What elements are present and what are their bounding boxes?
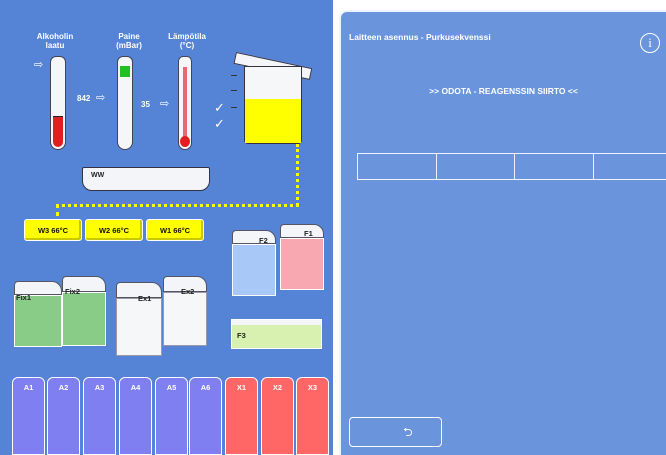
transfer-line bbox=[296, 144, 299, 206]
transfer-line bbox=[56, 204, 59, 216]
bottle-label: X3 bbox=[307, 383, 318, 392]
status-panel: Laitteen asennus - Purkusekvenssi i >> O… bbox=[339, 10, 666, 455]
pressure-header: Paine (mBar) bbox=[116, 32, 142, 50]
alcohol-value-arrow-icon: ⇨ bbox=[96, 92, 106, 104]
return-arrow-icon: ⮌ bbox=[403, 425, 413, 439]
retort bbox=[233, 52, 313, 144]
bottle-a2: A2 bbox=[47, 377, 80, 455]
bottle-label: A2 bbox=[58, 383, 69, 392]
wax-bath-w3: W3 66°C bbox=[24, 219, 82, 241]
container-fix1: Fix1 bbox=[14, 281, 64, 347]
container-f2: F2 bbox=[232, 224, 278, 296]
temperature-header: Lämpötila (°C) bbox=[168, 32, 206, 50]
container-ex2-label: Ex2 bbox=[181, 287, 195, 296]
container-fix2-label: Fix2 bbox=[65, 287, 81, 296]
container-ex1-label: Ex1 bbox=[138, 294, 152, 303]
retort-level-mark bbox=[231, 90, 237, 91]
alcohol-value: 842 bbox=[77, 94, 91, 103]
pressure-value-arrow-icon: ⇨ bbox=[160, 98, 170, 110]
bottle-a3: A3 bbox=[83, 377, 116, 455]
bottle-label: A3 bbox=[94, 383, 105, 392]
bottle-a6: A6 bbox=[189, 377, 222, 455]
step-table bbox=[357, 153, 666, 180]
container-f3-label: F3 bbox=[237, 331, 246, 340]
container-ex2: Ex2 bbox=[163, 276, 209, 346]
wax-bath-w2: W2 66°C bbox=[85, 219, 143, 241]
wax-bath-w1: W1 66°C bbox=[146, 219, 204, 241]
temperature-gauge bbox=[178, 56, 192, 150]
step-cell bbox=[594, 154, 666, 179]
alcohol-gauge bbox=[50, 56, 66, 150]
alcohol-pointer-icon: ⇨ bbox=[34, 59, 44, 71]
pressure-value: 35 bbox=[141, 100, 150, 109]
bottle-label: X1 bbox=[236, 383, 247, 392]
step-cell bbox=[437, 154, 515, 179]
info-icon[interactable]: i bbox=[640, 33, 660, 53]
waste-wax-label: WW bbox=[91, 172, 105, 179]
container-f2-label: F2 bbox=[259, 236, 268, 245]
bottle-a5: A5 bbox=[155, 377, 188, 455]
check-icon: ✓ bbox=[214, 116, 225, 131]
bottle-label: A1 bbox=[23, 383, 34, 392]
status-panel-area: Laitteen asennus - Purkusekvenssi i >> O… bbox=[333, 0, 666, 455]
pressure-gauge bbox=[117, 56, 133, 150]
bottle-x3: X3 bbox=[296, 377, 329, 455]
container-ex1: Ex1 bbox=[116, 282, 164, 356]
container-f3: F3 bbox=[231, 319, 322, 349]
bottle-a4: A4 bbox=[119, 377, 152, 455]
step-cell bbox=[358, 154, 437, 179]
bottle-x1: X1 bbox=[225, 377, 258, 455]
container-f1: F1 bbox=[280, 220, 326, 292]
waste-wax-tray: WW bbox=[82, 167, 210, 191]
back-button[interactable]: ⮌ bbox=[349, 417, 442, 447]
status-message: >> ODOTA - REAGENSSIN SIIRTO << bbox=[429, 86, 578, 96]
retort-level-mark bbox=[231, 107, 237, 108]
bottle-label: A4 bbox=[130, 383, 141, 392]
bottle-label: A5 bbox=[166, 383, 177, 392]
container-fix2: Fix2 bbox=[62, 276, 108, 346]
bottle-a1: A1 bbox=[12, 377, 45, 455]
bottle-label: A6 bbox=[200, 383, 211, 392]
transfer-line bbox=[56, 204, 299, 207]
check-icon: ✓ bbox=[214, 100, 225, 115]
container-f1-label: F1 bbox=[304, 229, 313, 238]
instrument-schematic: Alkoholin laatu Paine (mBar) Lämpötila (°C)… bbox=[0, 0, 333, 455]
bottle-x2: X2 bbox=[261, 377, 294, 455]
step-cell bbox=[515, 154, 594, 179]
panel-title: Laitteen asennus - Purkusekvenssi bbox=[349, 32, 491, 42]
retort-level-mark bbox=[231, 75, 237, 76]
container-fix1-label: Fix1 bbox=[16, 293, 32, 302]
bottle-label: X2 bbox=[272, 383, 283, 392]
alcohol-header: Alkoholin laatu bbox=[36, 32, 74, 50]
